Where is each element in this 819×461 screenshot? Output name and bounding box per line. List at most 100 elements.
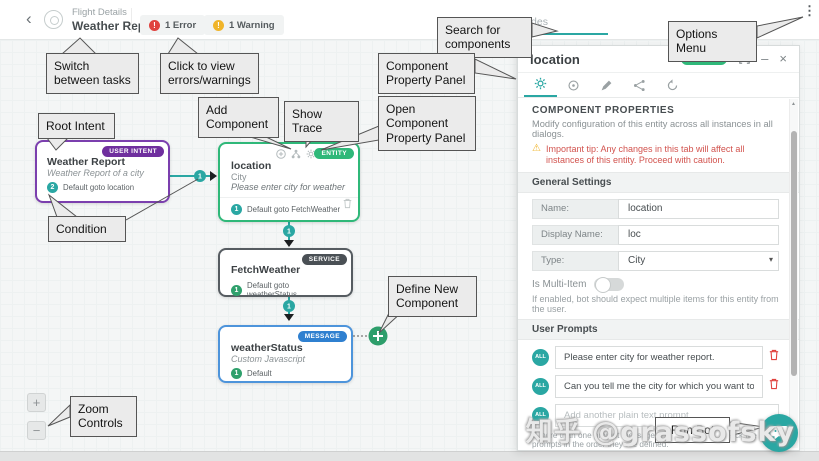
transition-number[interactable]: 1 bbox=[231, 284, 242, 296]
node-title: location bbox=[231, 160, 272, 172]
name-label: Name: bbox=[532, 198, 618, 219]
chat-bubble-icon bbox=[770, 426, 788, 440]
delete-transition-icon[interactable] bbox=[343, 196, 352, 214]
brush-icon bbox=[601, 80, 612, 91]
type-label: Type: bbox=[532, 250, 618, 271]
node-location[interactable]: ENTITY location City Please enter city f… bbox=[218, 142, 360, 222]
gear-icon bbox=[534, 77, 547, 90]
annotation-open-property-panel: Open Component Property Panel bbox=[378, 96, 476, 152]
multi-item-label: Is Multi-Item bbox=[532, 278, 587, 290]
transition-label: Default goto location bbox=[63, 183, 135, 192]
transition-label: Default bbox=[247, 369, 272, 378]
close-icon[interactable]: × bbox=[779, 52, 787, 65]
panel-tabs bbox=[518, 73, 799, 98]
display-name-field[interactable] bbox=[618, 224, 779, 245]
component-property-panel: location ENTITY – × COMPONENT PROPERTIES… bbox=[517, 45, 800, 451]
divider bbox=[220, 197, 358, 198]
annotation-zoom-controls: Zoom Controls bbox=[70, 396, 137, 437]
annotation-property-panel: Component Property Panel bbox=[378, 53, 475, 94]
node-title: Weather Report bbox=[47, 156, 125, 168]
prompt-row: ALL bbox=[532, 345, 779, 369]
name-row: Name: bbox=[532, 198, 779, 219]
transition-number[interactable]: 1 bbox=[231, 204, 242, 215]
task-type-label: Flight Details bbox=[72, 7, 127, 18]
connections-icon bbox=[633, 79, 645, 92]
service-badge: SERVICE bbox=[301, 254, 347, 265]
type-select[interactable] bbox=[618, 250, 779, 271]
bot-avatar-icon bbox=[44, 10, 63, 29]
delete-prompt-icon[interactable] bbox=[769, 377, 779, 395]
scroll-up-icon[interactable]: ▲ bbox=[791, 101, 796, 107]
node-weatherstatus[interactable]: MESSAGE weatherStatus Custom Javascript … bbox=[218, 325, 353, 383]
message-badge: MESSAGE bbox=[297, 331, 347, 342]
multi-item-toggle[interactable] bbox=[594, 276, 625, 293]
annotation-condition: Condition bbox=[48, 216, 126, 243]
warning-text: Important tip: Any changes in this tab w… bbox=[545, 144, 745, 166]
node-weather-report[interactable]: USER INTENT Weather Report Weather Repor… bbox=[35, 140, 170, 203]
node-title: weatherStatus bbox=[231, 342, 303, 354]
error-icon: ! bbox=[149, 19, 160, 31]
transition-label: Default goto FetchWeather bbox=[247, 205, 341, 214]
show-trace-icon[interactable] bbox=[291, 149, 301, 159]
divider bbox=[131, 8, 132, 32]
multi-item-help: If enabled, bot should expect multiple i… bbox=[532, 293, 779, 314]
chevron-down-icon: ▾ bbox=[768, 254, 773, 264]
entity-badge: ENTITY bbox=[314, 148, 354, 159]
undo-icon bbox=[667, 79, 678, 91]
options-menu-icon[interactable]: ⋮ bbox=[803, 4, 816, 17]
annotation-show-trace: Show Trace bbox=[284, 101, 359, 142]
node-toolbar bbox=[276, 149, 316, 159]
add-component-icon[interactable] bbox=[276, 149, 286, 159]
section-heading: COMPONENT PROPERTIES bbox=[532, 105, 675, 116]
node-fetchweather[interactable]: SERVICE FetchWeather 1 Default goto weat… bbox=[218, 248, 353, 299]
prompt-row: ALL bbox=[532, 374, 779, 398]
node-description: Weather Report of a city bbox=[47, 168, 144, 178]
annotation-options-menu: Options Menu bbox=[668, 21, 757, 62]
multi-item-row: Is Multi-Item bbox=[532, 276, 779, 293]
transition-number[interactable]: 1 bbox=[231, 368, 242, 379]
annotation-define-new-component: Define New Component bbox=[388, 276, 477, 317]
run-bot-button[interactable] bbox=[760, 414, 798, 452]
annotation-root-intent: Root Intent bbox=[38, 113, 115, 140]
transition-label: Default goto weatherStatus bbox=[247, 281, 297, 299]
panel-body: COMPONENT PROPERTIES Modify configuratio… bbox=[518, 98, 799, 450]
zoom-out-button[interactable]: − bbox=[27, 421, 46, 440]
section-description: Modify configuration of this entity acro… bbox=[532, 119, 773, 139]
annotation-run-bot: Run Bot bbox=[655, 417, 730, 444]
delete-prompt-icon[interactable] bbox=[769, 348, 779, 366]
tab-user-input[interactable] bbox=[590, 79, 623, 97]
prompt-field-1[interactable] bbox=[555, 345, 763, 369]
scrollbar-thumb[interactable] bbox=[791, 131, 797, 376]
display-name-row: Display Name: bbox=[532, 224, 779, 245]
target-icon bbox=[568, 80, 579, 91]
type-row: Type: ▾ bbox=[532, 250, 779, 271]
prompt-field-2[interactable] bbox=[555, 374, 763, 398]
zoom-in-button[interactable]: + bbox=[27, 393, 46, 412]
warning-icon: ! bbox=[213, 19, 224, 31]
name-field[interactable] bbox=[618, 198, 779, 219]
panel-scrollbar[interactable]: ▲ ▼ bbox=[789, 99, 798, 448]
bot-dialog-builder: ‹ Flight Details Weather Report ▾ ! 1 Er… bbox=[0, 0, 819, 461]
node-type: City bbox=[231, 172, 247, 182]
channel-all-badge: ALL bbox=[532, 377, 549, 395]
tab-component-properties[interactable] bbox=[524, 77, 557, 97]
warning-count: 1 Warning bbox=[229, 19, 275, 31]
node-title: FetchWeather bbox=[231, 264, 301, 276]
back-icon[interactable]: ‹ bbox=[26, 9, 32, 29]
channel-all-badge: ALL bbox=[532, 406, 549, 424]
minimize-icon[interactable]: – bbox=[761, 52, 768, 65]
transition-number[interactable]: 2 bbox=[47, 182, 58, 193]
display-name-label: Display Name: bbox=[532, 224, 618, 245]
panel-title: location bbox=[530, 51, 580, 67]
general-settings-bar: General Settings bbox=[518, 171, 799, 193]
channel-all-badge: ALL bbox=[532, 348, 549, 366]
node-description: Custom Javascript bbox=[231, 354, 306, 364]
tab-instance-properties[interactable] bbox=[557, 79, 590, 97]
warning-badge[interactable]: ! 1 Warning bbox=[204, 15, 284, 35]
tab-refresh[interactable] bbox=[656, 79, 689, 97]
tab-connections[interactable] bbox=[623, 79, 656, 97]
user-prompts-bar: User Prompts bbox=[518, 318, 799, 340]
error-count: 1 Error bbox=[165, 19, 197, 31]
warning-triangle-icon: ⚠ bbox=[532, 143, 541, 154]
error-badge[interactable]: ! 1 Error bbox=[140, 15, 206, 35]
